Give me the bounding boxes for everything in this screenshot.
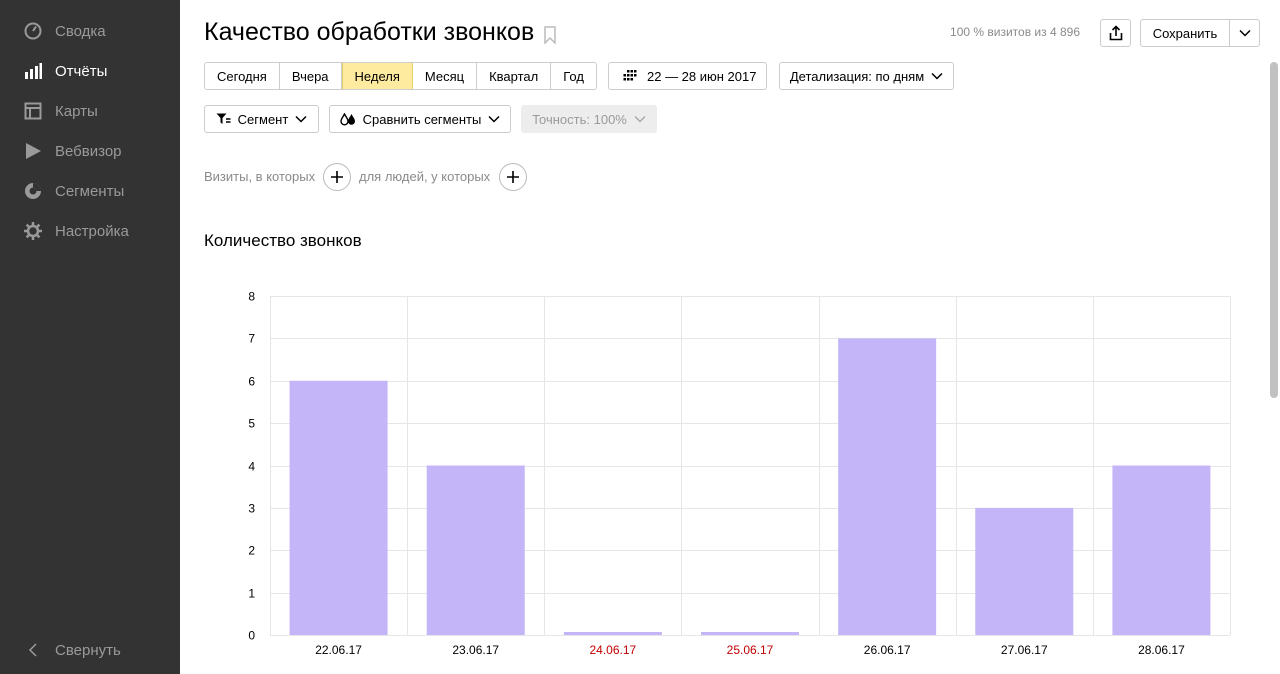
gear-icon xyxy=(24,222,42,240)
y-tick-label: 3 xyxy=(248,502,255,516)
y-tick-label: 6 xyxy=(248,375,255,389)
sidebar-item-label: Настройка xyxy=(55,223,129,240)
y-tick-label: 1 xyxy=(248,587,255,601)
play-icon xyxy=(26,143,41,159)
sidebar: Сводка Отчёты Карты Вебвизор Сегменты На… xyxy=(0,0,180,674)
chart-bar xyxy=(563,632,662,635)
y-tick-label: 7 xyxy=(248,332,255,346)
chart-bar xyxy=(426,465,525,635)
y-tick-label: 2 xyxy=(248,544,255,558)
x-tick-label: 28.06.17 xyxy=(1138,643,1185,657)
y-tick-label: 8 xyxy=(248,290,255,304)
y-tick-label: 0 xyxy=(248,629,255,643)
chart-bar xyxy=(1112,465,1211,635)
pie-icon xyxy=(25,183,41,199)
sidebar-item-summary[interactable]: Сводка xyxy=(0,11,180,51)
sidebar-item-segments[interactable]: Сегменты xyxy=(0,171,180,211)
x-tick-label: 24.06.17 xyxy=(589,643,636,657)
main-content: Качество обработки звонков 100 % визитов… xyxy=(180,0,1268,674)
chart-bar xyxy=(838,338,937,635)
sidebar-item-label: Сегменты xyxy=(55,183,125,200)
chart-bar xyxy=(289,380,388,635)
x-tick-label: 25.06.17 xyxy=(727,643,774,657)
sidebar-item-label: Карты xyxy=(55,103,98,120)
chevron-left-icon xyxy=(28,643,37,657)
y-tick-label: 5 xyxy=(248,417,255,431)
chart-bar xyxy=(975,507,1074,635)
sidebar-item-settings[interactable]: Настройка xyxy=(0,211,180,251)
collapse-sidebar-button[interactable]: Свернуть xyxy=(0,630,180,670)
gauge-icon xyxy=(24,22,42,40)
sidebar-item-maps[interactable]: Карты xyxy=(0,91,180,131)
map-layout-icon xyxy=(24,102,42,120)
sidebar-item-label: Отчёты xyxy=(55,63,108,80)
calls-bar-chart: 0 1 2 3 4 5 6 7 8 22.06.17 23.06.17 24.06.17 25.06.1… xyxy=(248,290,1231,657)
y-tick-label: 4 xyxy=(248,460,255,474)
bar-chart-icon xyxy=(25,63,42,79)
x-tick-label: 26.06.17 xyxy=(864,643,911,657)
sidebar-item-webvisor[interactable]: Вебвизор xyxy=(0,131,180,171)
x-tick-label: 22.06.17 xyxy=(315,643,362,657)
sidebar-item-reports[interactable]: Отчёты xyxy=(0,51,180,91)
chart-bar xyxy=(701,632,799,635)
sidebar-item-label: Сводка xyxy=(55,23,106,40)
vertical-scrollbar[interactable] xyxy=(1270,62,1278,398)
collapse-label: Свернуть xyxy=(55,642,121,659)
sidebar-item-label: Вебвизор xyxy=(55,143,122,160)
x-tick-label: 27.06.17 xyxy=(1001,643,1048,657)
x-tick-label: 23.06.17 xyxy=(452,643,499,657)
